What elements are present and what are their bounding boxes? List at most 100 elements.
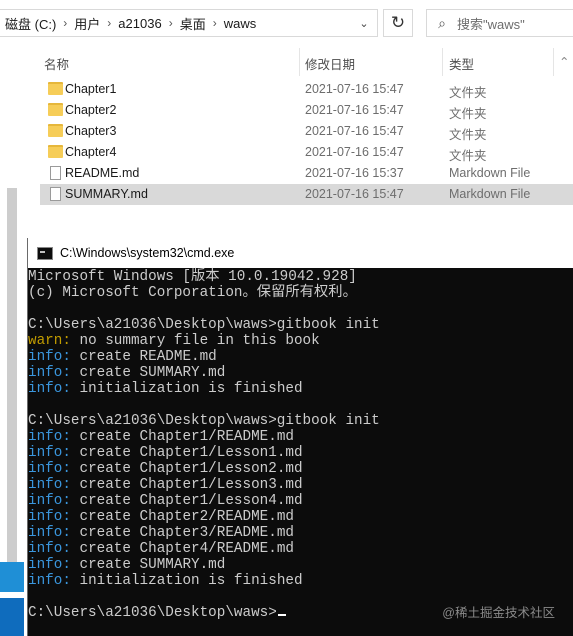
console-text: create Chapter1/Lesson3.md [70, 477, 303, 493]
console-line: info: create Chapter3/README.md [28, 525, 573, 541]
console-line: info: create Chapter2/README.md [28, 509, 573, 525]
breadcrumb-waws[interactable]: waws [219, 16, 262, 31]
chevron-right-icon[interactable]: › [105, 16, 113, 30]
chevron-right-icon[interactable]: › [211, 16, 219, 30]
folder-icon [48, 82, 63, 95]
column-header-row: 名称 修改日期 类型 ⌃ [22, 48, 573, 76]
console-line: info: create Chapter1/Lesson3.md [28, 477, 573, 493]
chevron-right-icon[interactable]: › [167, 16, 175, 30]
info-prefix: info: [28, 493, 71, 509]
console-text: C:\Users\a21036\Desktop\waws>gitbook ini… [28, 413, 380, 429]
info-prefix: info: [28, 525, 71, 541]
column-type[interactable]: 类型 [449, 54, 474, 73]
file-date: 2021-07-16 15:47 [305, 103, 404, 117]
search-box[interactable]: ⌕ 搜索"waws" [426, 9, 573, 37]
file-name: Chapter1 [65, 82, 117, 96]
nav-scrollbar[interactable] [7, 188, 17, 568]
file-name: README.md [65, 166, 140, 180]
info-prefix: info: [28, 381, 71, 397]
console-text: (c) Microsoft Corporation。保留所有权利。 [28, 285, 357, 301]
info-prefix: info: [28, 509, 71, 525]
console-line: info: create Chapter1/README.md [28, 429, 573, 445]
file-row[interactable]: README.md 2021-07-16 15:37 Markdown File [40, 163, 573, 184]
column-divider[interactable] [299, 48, 300, 76]
breadcrumb-users[interactable]: 用户 [69, 14, 105, 33]
text-cursor [277, 614, 286, 616]
column-more-icon[interactable]: ⌃ [559, 54, 569, 69]
column-date[interactable]: 修改日期 [305, 54, 355, 73]
console-line: C:\Users\a21036\Desktop\waws>gitbook ini… [28, 317, 573, 333]
cmd-window[interactable]: C:\Windows\system32\cmd.exe Microsoft Wi… [27, 238, 573, 636]
file-type: 文件夹 [449, 86, 487, 100]
console-line: C:\Users\a21036\Desktop\waws>gitbook ini… [28, 413, 573, 429]
taskbar-item[interactable] [0, 562, 24, 592]
file-name: Chapter4 [65, 145, 117, 159]
taskbar-item[interactable] [0, 598, 24, 636]
console-text: create Chapter3/README.md [70, 525, 294, 541]
info-prefix: info: [28, 349, 71, 365]
file-name: SUMMARY.md [65, 187, 148, 201]
info-prefix: info: [28, 461, 71, 477]
console-line: info: create Chapter1/Lesson2.md [28, 461, 573, 477]
info-prefix: info: [28, 573, 71, 589]
file-date: 2021-07-16 15:47 [305, 82, 404, 96]
console-output[interactable]: Microsoft Windows [版本 10.0.19042.928] (c)… [28, 269, 573, 636]
console-text: create SUMMARY.md [70, 557, 226, 573]
breadcrumb-drive[interactable]: 磁盘 (C:) [0, 14, 61, 33]
console-text: no summary file in this book [70, 333, 320, 349]
console-text: initialization is finished [70, 381, 303, 397]
console-text: create Chapter4/README.md [70, 541, 294, 557]
file-name: Chapter3 [65, 124, 117, 138]
refresh-icon: ↻ [390, 13, 406, 32]
address-bar[interactable]: 磁盘 (C:) › 用户 › a21036 › 桌面 › waws ⌄ [0, 9, 378, 37]
cmd-titlebar[interactable]: C:\Windows\system32\cmd.exe [28, 238, 573, 268]
file-icon [50, 166, 61, 180]
console-line: info: create Chapter1/Lesson4.md [28, 493, 573, 509]
console-text: create SUMMARY.md [70, 365, 226, 381]
console-text: create Chapter2/README.md [70, 509, 294, 525]
chevron-right-icon[interactable]: › [61, 16, 69, 30]
file-row[interactable]: Chapter3 2021-07-16 15:47 文件夹 [40, 121, 573, 142]
info-prefix: info: [28, 429, 71, 445]
console-text: create Chapter1/Lesson1.md [70, 445, 303, 461]
info-prefix: info: [28, 445, 71, 461]
file-list: 名称 修改日期 类型 ⌃ Chapter1 2021-07-16 15:47 文件夹… [22, 48, 573, 238]
console-text: C:\Users\a21036\Desktop\waws>gitbook ini… [28, 317, 380, 333]
folder-icon [48, 103, 63, 116]
chevron-down-icon[interactable]: ⌄ [351, 10, 377, 36]
console-text: initialization is finished [70, 573, 303, 589]
search-placeholder: 搜索"waws" [457, 16, 525, 32]
file-date: 2021-07-16 15:47 [305, 145, 404, 159]
breadcrumb-desktop[interactable]: 桌面 [175, 14, 211, 33]
breadcrumb-user[interactable]: a21036 [113, 16, 166, 31]
file-row[interactable]: Chapter4 2021-07-16 15:47 文件夹 [40, 142, 573, 163]
console-line: info: create SUMMARY.md [28, 365, 573, 381]
warn-prefix: warn: [28, 333, 71, 349]
file-name: Chapter2 [65, 103, 117, 117]
console-text: create README.md [70, 349, 217, 365]
folder-icon [48, 145, 63, 158]
console-text: create Chapter1/Lesson2.md [70, 461, 303, 477]
console-text: Microsoft Windows [版本 10.0.19042.928] [28, 269, 357, 285]
info-prefix: info: [28, 557, 71, 573]
console-line: warn: no summary file in this book [28, 333, 573, 349]
file-row[interactable]: SUMMARY.md 2021-07-16 15:47 Markdown File [40, 184, 573, 205]
console-line: Microsoft Windows [版本 10.0.19042.928] [28, 269, 573, 285]
info-prefix: info: [28, 477, 71, 493]
column-divider[interactable] [553, 48, 554, 76]
column-name[interactable]: 名称 [44, 54, 69, 73]
watermark: @稀土掘金技术社区 [442, 606, 555, 620]
file-icon [50, 187, 61, 201]
info-prefix: info: [28, 365, 71, 381]
console-line: info: create Chapter4/README.md [28, 541, 573, 557]
refresh-button[interactable]: ↻ [383, 9, 413, 37]
file-date: 2021-07-16 15:37 [305, 166, 404, 180]
file-type: Markdown File [449, 187, 531, 201]
file-date: 2021-07-16 15:47 [305, 187, 404, 201]
file-row[interactable]: Chapter1 2021-07-16 15:47 文件夹 [40, 79, 573, 100]
file-row[interactable]: Chapter2 2021-07-16 15:47 文件夹 [40, 100, 573, 121]
console-line: info: initialization is finished [28, 573, 573, 589]
column-divider[interactable] [442, 48, 443, 76]
